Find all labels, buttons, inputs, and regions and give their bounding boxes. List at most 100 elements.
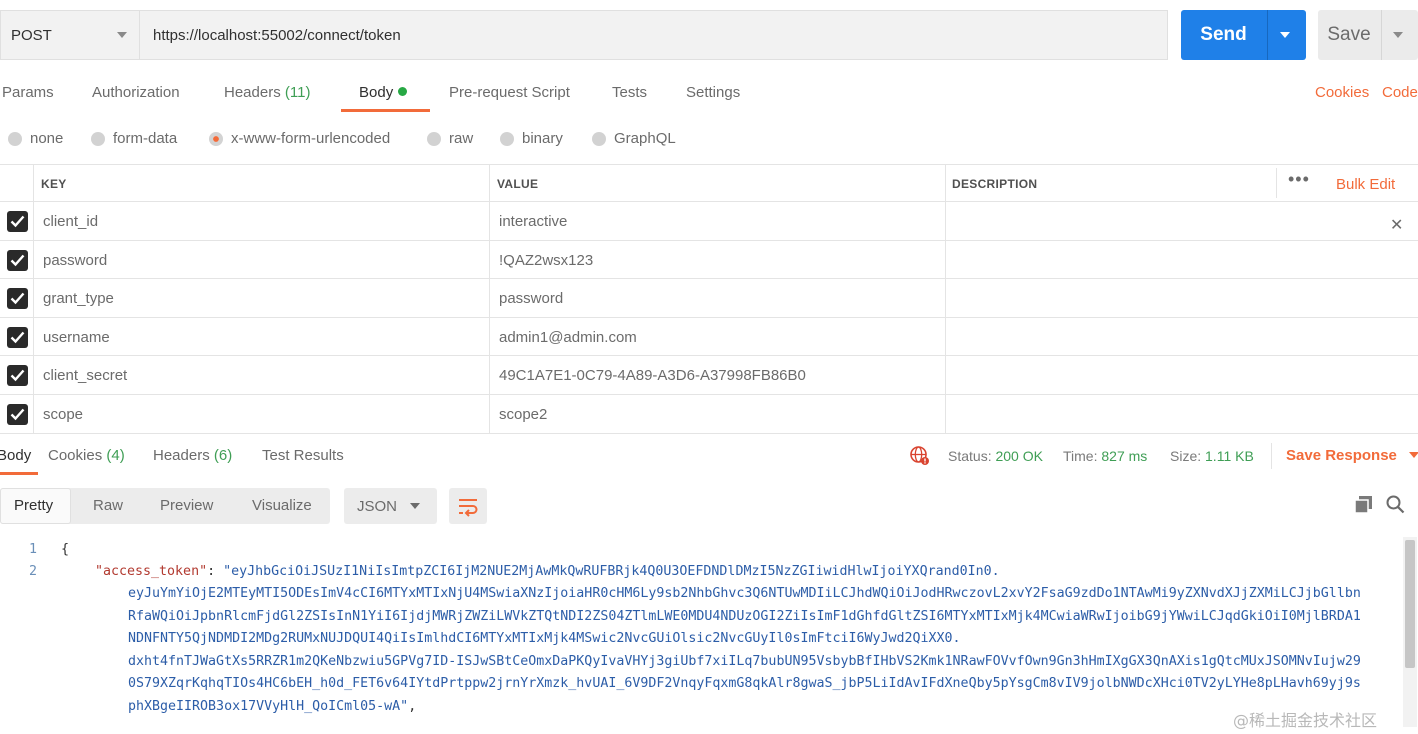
chevron-down-icon bbox=[117, 32, 127, 38]
copy-icon[interactable] bbox=[1354, 495, 1373, 519]
radio-circle bbox=[592, 131, 606, 146]
col-description: DESCRIPTION bbox=[952, 177, 1038, 191]
table-row: client_secret 49C1A7E1-0C79-4A89-A3D6-A3… bbox=[0, 356, 1418, 395]
response-active-underline bbox=[0, 472, 38, 475]
status-divider bbox=[1271, 443, 1272, 469]
code-line-wrap: eyJuYmYiOjE2MTEyMTI5ODEsImV4cCI6MTYxMTIx… bbox=[128, 586, 1361, 601]
row-key[interactable]: password bbox=[43, 252, 107, 269]
view-tab-preview[interactable]: Preview bbox=[160, 497, 213, 514]
view-tab-pretty[interactable]: Pretty bbox=[14, 497, 53, 514]
url-input[interactable]: https://localhost:55002/connect/token bbox=[139, 10, 1168, 60]
radio-none[interactable]: none bbox=[8, 130, 63, 147]
checkmark-icon bbox=[10, 215, 25, 228]
code-line: { bbox=[61, 542, 70, 557]
radio-circle-selected bbox=[209, 131, 223, 146]
method-select[interactable]: POST bbox=[0, 10, 139, 60]
send-chevron-down-icon[interactable] bbox=[1280, 32, 1290, 38]
radio-graphql[interactable]: GraphQL bbox=[592, 130, 676, 147]
radio-circle bbox=[8, 131, 22, 146]
code-link[interactable]: Code bbox=[1382, 84, 1418, 101]
row-checkbox[interactable] bbox=[7, 249, 28, 271]
view-tab-raw[interactable]: Raw bbox=[93, 497, 123, 514]
json-key: "access_token" bbox=[95, 564, 208, 579]
col-value: VALUE bbox=[497, 177, 539, 191]
cookies-link[interactable]: Cookies bbox=[1315, 84, 1369, 101]
row-checkbox[interactable] bbox=[7, 326, 28, 348]
response-tab-headers[interactable]: Headers (6) bbox=[153, 447, 232, 464]
row-checkbox[interactable] bbox=[7, 404, 28, 425]
col-divider bbox=[1276, 168, 1277, 198]
code-line-wrap: 0S79XZqrKqhqTIOs4HC6bEH_h0d_FET6v64IYtdP… bbox=[128, 676, 1361, 691]
row-key[interactable]: scope bbox=[43, 406, 83, 423]
tab-body[interactable]: Body bbox=[359, 84, 408, 101]
tab-tests[interactable]: Tests bbox=[612, 84, 647, 101]
url-text: https://localhost:55002/connect/token bbox=[153, 26, 401, 44]
table-row: scope scope2 bbox=[0, 395, 1418, 434]
code-line-wrap: phXBgeIIROB3ox17VVyHlH_QoICml05-wA", bbox=[128, 699, 417, 714]
tab-settings[interactable]: Settings bbox=[686, 84, 740, 101]
row-checkbox[interactable] bbox=[7, 211, 28, 232]
radio-circle bbox=[427, 131, 441, 146]
tab-authorization[interactable]: Authorization bbox=[92, 84, 180, 101]
time-value: 827 ms bbox=[1101, 448, 1148, 464]
save-response-button[interactable]: Save Response bbox=[1286, 447, 1418, 464]
row-value[interactable]: admin1@admin.com bbox=[499, 329, 637, 346]
tab-headers[interactable]: Headers (11) bbox=[224, 84, 310, 101]
postman-window: POST https://localhost:55002/connect/tok… bbox=[0, 0, 1418, 734]
row-checkbox[interactable] bbox=[7, 288, 28, 310]
radio-form-data[interactable]: form-data bbox=[91, 130, 177, 147]
tab-params[interactable]: Params bbox=[2, 84, 54, 101]
checkmark-icon bbox=[10, 331, 25, 344]
response-tab-test-results[interactable]: Test Results bbox=[262, 447, 344, 464]
row-value[interactable]: !QAZ2wsx123 bbox=[499, 252, 593, 269]
row-key[interactable]: grant_type bbox=[43, 290, 114, 307]
scrollbar-thumb[interactable] bbox=[1405, 540, 1415, 668]
bulk-edit-link[interactable]: Bulk Edit bbox=[1336, 176, 1395, 193]
line-number: 1 bbox=[28, 542, 37, 557]
active-tab-underline bbox=[341, 109, 430, 112]
radio-x-www-form-urlencoded[interactable]: x-www-form-urlencoded bbox=[209, 130, 390, 147]
radio-raw[interactable]: raw bbox=[427, 130, 473, 147]
size-value: 1.11 KB bbox=[1205, 448, 1254, 464]
watermark: @稀土掘金技术社区 bbox=[1233, 711, 1378, 730]
radio-circle bbox=[91, 131, 105, 146]
response-tab-cookies[interactable]: Cookies (4) bbox=[48, 447, 125, 464]
response-tab-body[interactable]: Body bbox=[0, 447, 31, 464]
table-row: password !QAZ2wsx123 bbox=[0, 241, 1418, 280]
save-label: Save bbox=[1327, 24, 1371, 45]
status-readout: Status: 200 OK bbox=[948, 448, 1043, 464]
col-key: KEY bbox=[41, 177, 67, 191]
search-icon[interactable] bbox=[1386, 495, 1405, 519]
send-button[interactable]: Send bbox=[1181, 10, 1306, 60]
save-chevron-down-icon[interactable] bbox=[1393, 32, 1403, 38]
time-readout: Time: 827 ms bbox=[1063, 448, 1148, 464]
save-button[interactable]: Save bbox=[1318, 10, 1418, 60]
wrap-lines-icon bbox=[459, 499, 478, 517]
globe-warning-icon[interactable] bbox=[909, 445, 930, 471]
size-readout: Size: 1.11 KB bbox=[1170, 448, 1254, 464]
row-key[interactable]: client_id bbox=[43, 213, 98, 230]
status-value: 200 OK bbox=[995, 448, 1043, 464]
row-key[interactable]: client_secret bbox=[43, 367, 127, 384]
radio-binary[interactable]: binary bbox=[500, 130, 563, 147]
format-select[interactable]: JSON bbox=[344, 488, 437, 524]
view-tab-visualize[interactable]: Visualize bbox=[252, 497, 312, 514]
params-table-header: KEY VALUE DESCRIPTION ••• Bulk Edit bbox=[0, 164, 1418, 202]
row-value[interactable]: scope2 bbox=[499, 406, 547, 423]
code-line-wrap: RfaWQiOiJpbnRlcmFjdGl2ZSIsInN1YiI6IjdjMW… bbox=[128, 609, 1361, 624]
chevron-down-icon bbox=[410, 503, 420, 509]
save-divider bbox=[1381, 10, 1382, 60]
headers-count: (11) bbox=[284, 84, 311, 101]
checkmark-icon bbox=[10, 292, 25, 305]
wrap-lines-button[interactable] bbox=[449, 488, 487, 524]
more-horizontal-icon[interactable]: ••• bbox=[1288, 169, 1310, 190]
row-key[interactable]: username bbox=[43, 329, 110, 346]
row-value[interactable]: 49C1A7E1-0C79-4A89-A3D6-A37998FB86B0 bbox=[499, 367, 806, 384]
row-value[interactable]: password bbox=[499, 290, 563, 307]
row-value[interactable]: interactive bbox=[499, 213, 567, 230]
row-checkbox[interactable] bbox=[7, 365, 28, 387]
checkmark-icon bbox=[10, 370, 25, 382]
json-string: "eyJhbGciOiJSUzI1NiIsImtpZCI6IjM2NUE2MjA… bbox=[223, 564, 1000, 579]
tab-pre-request-script[interactable]: Pre-request Script bbox=[449, 84, 570, 101]
close-icon[interactable]: ✕ bbox=[1390, 215, 1403, 235]
